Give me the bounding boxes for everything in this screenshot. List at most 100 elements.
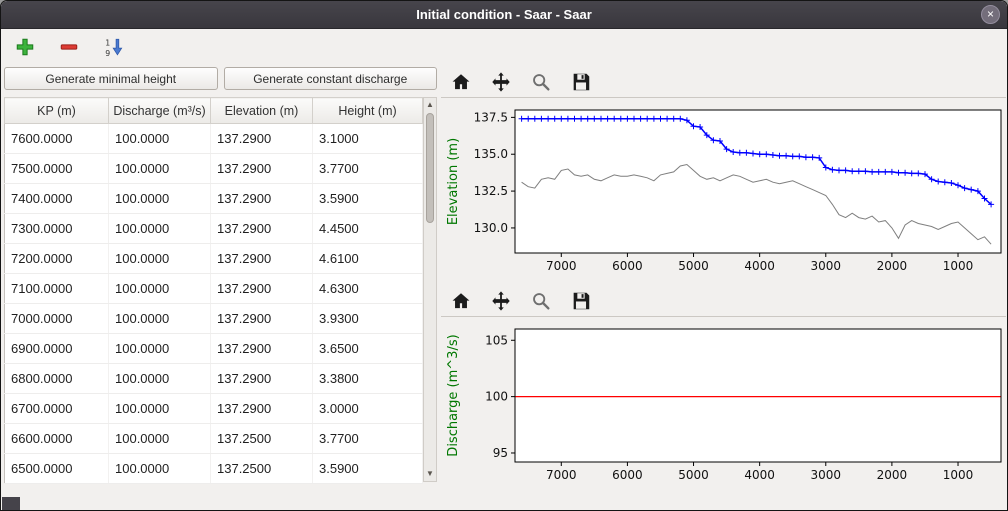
x-tick-label: 2000 bbox=[877, 259, 908, 273]
remove-row-button[interactable] bbox=[57, 35, 81, 59]
table-cell[interactable]: 137.2900 bbox=[211, 154, 313, 184]
table-row: 7300.0000100.0000137.29004.4500 bbox=[5, 214, 423, 244]
table-cell[interactable]: 4.4500 bbox=[313, 214, 423, 244]
table-cell[interactable]: 100.0000 bbox=[109, 334, 211, 364]
x-tick-label: 4000 bbox=[744, 468, 775, 482]
table-cell[interactable]: 137.2900 bbox=[211, 304, 313, 334]
add-row-icon bbox=[15, 37, 35, 57]
table-row: 6700.0000100.0000137.29003.0000 bbox=[5, 394, 423, 424]
scrollbar-thumb[interactable] bbox=[426, 113, 434, 223]
zoom-icon bbox=[530, 71, 552, 93]
table-cell[interactable]: 7000.0000 bbox=[5, 304, 109, 334]
table-cell[interactable]: 100.0000 bbox=[109, 124, 211, 154]
elevation-plot-toolbar bbox=[441, 67, 1006, 98]
table-cell[interactable]: 100.0000 bbox=[109, 364, 211, 394]
table-cell[interactable]: 7100.0000 bbox=[5, 274, 109, 304]
elevation-plot-canvas[interactable]: 7000600050004000300020001000130.0132.513… bbox=[441, 102, 1006, 280]
y-tick-label: 135.0 bbox=[474, 147, 508, 161]
table-cell[interactable]: 3.7700 bbox=[313, 424, 423, 454]
table-cell[interactable]: 3.0000 bbox=[313, 394, 423, 424]
table-cell[interactable]: 3.1000 bbox=[313, 124, 423, 154]
table-cell[interactable]: 7400.0000 bbox=[5, 184, 109, 214]
table-cell[interactable]: 6900.0000 bbox=[5, 334, 109, 364]
home-icon bbox=[450, 71, 472, 93]
y-tick-label: 132.5 bbox=[474, 184, 508, 198]
table-cell[interactable]: 3.6500 bbox=[313, 334, 423, 364]
table-row: 6500.0000100.0000137.25003.5900 bbox=[5, 454, 423, 484]
zoom-button[interactable] bbox=[529, 289, 553, 313]
close-button[interactable]: × bbox=[981, 5, 1000, 24]
pan-button[interactable] bbox=[489, 70, 513, 94]
table-cell[interactable]: 4.6300 bbox=[313, 274, 423, 304]
table-cell[interactable]: 137.2900 bbox=[211, 334, 313, 364]
x-tick-label: 3000 bbox=[811, 259, 842, 273]
table-column-header[interactable]: Height (m) bbox=[313, 98, 423, 124]
table-cell[interactable]: 137.2900 bbox=[211, 124, 313, 154]
table-cell[interactable]: 100.0000 bbox=[109, 184, 211, 214]
table-cell[interactable]: 3.5900 bbox=[313, 454, 423, 484]
generate-minimal-height-button[interactable]: Generate minimal height bbox=[4, 67, 218, 90]
table-cell[interactable]: 137.2900 bbox=[211, 394, 313, 424]
pan-button[interactable] bbox=[489, 289, 513, 313]
table-cell[interactable]: 100.0000 bbox=[109, 454, 211, 484]
table-cell[interactable]: 6500.0000 bbox=[5, 454, 109, 484]
table-cell[interactable]: 6800.0000 bbox=[5, 364, 109, 394]
scrollbar-trough[interactable] bbox=[424, 112, 436, 467]
table-header-row: KP (m)Discharge (m³/s)Elevation (m)Heigh… bbox=[5, 98, 423, 124]
scroll-down-arrow-icon[interactable]: ▼ bbox=[424, 467, 436, 481]
table-column-header[interactable]: Elevation (m) bbox=[211, 98, 313, 124]
pan-icon bbox=[490, 290, 512, 312]
resize-grip[interactable] bbox=[2, 497, 20, 510]
table-cell[interactable]: 7500.0000 bbox=[5, 154, 109, 184]
y-axis-label: Elevation (m) bbox=[446, 138, 461, 225]
save-button[interactable] bbox=[569, 289, 593, 313]
home-button[interactable] bbox=[449, 70, 473, 94]
table-cell[interactable]: 7300.0000 bbox=[5, 214, 109, 244]
zoom-button[interactable] bbox=[529, 70, 553, 94]
x-tick-label: 7000 bbox=[546, 259, 577, 273]
table-cell[interactable]: 137.2900 bbox=[211, 274, 313, 304]
table-cell[interactable]: 100.0000 bbox=[109, 304, 211, 334]
sort-rows-button[interactable]: 1 9 bbox=[101, 35, 125, 59]
table-cell[interactable]: 6700.0000 bbox=[5, 394, 109, 424]
generate-constant-discharge-button[interactable]: Generate constant discharge bbox=[224, 67, 438, 90]
table-cell[interactable]: 7600.0000 bbox=[5, 124, 109, 154]
x-tick-label: 3000 bbox=[811, 468, 842, 482]
table-cell[interactable]: 137.2500 bbox=[211, 424, 313, 454]
y-tick-label: 100 bbox=[485, 390, 508, 404]
initial-condition-window: Initial condition - Saar - Saar × 1 9 Ge… bbox=[0, 0, 1008, 511]
table-cell[interactable]: 100.0000 bbox=[109, 244, 211, 274]
table-cell[interactable]: 137.2900 bbox=[211, 214, 313, 244]
scroll-up-arrow-icon[interactable]: ▲ bbox=[424, 98, 436, 112]
table-cell[interactable]: 6600.0000 bbox=[5, 424, 109, 454]
titlebar[interactable]: Initial condition - Saar - Saar × bbox=[1, 1, 1007, 29]
table-cell[interactable]: 100.0000 bbox=[109, 154, 211, 184]
table-cell[interactable]: 137.2900 bbox=[211, 184, 313, 214]
table-row: 7100.0000100.0000137.29004.6300 bbox=[5, 274, 423, 304]
table-cell[interactable]: 137.2900 bbox=[211, 244, 313, 274]
table-cell[interactable]: 4.6100 bbox=[313, 244, 423, 274]
plot-background bbox=[515, 329, 1001, 462]
table-cell[interactable]: 3.7700 bbox=[313, 154, 423, 184]
sort-icon-bottom-digit: 9 bbox=[105, 49, 110, 57]
save-button[interactable] bbox=[569, 70, 593, 94]
table-cell[interactable]: 100.0000 bbox=[109, 394, 211, 424]
table-cell[interactable]: 3.5900 bbox=[313, 184, 423, 214]
table-cell[interactable]: 3.3800 bbox=[313, 364, 423, 394]
table-cell[interactable]: 100.0000 bbox=[109, 424, 211, 454]
table-cell[interactable]: 137.2900 bbox=[211, 364, 313, 394]
window-title: Initial condition - Saar - Saar bbox=[416, 7, 592, 22]
table-column-header[interactable]: Discharge (m³/s) bbox=[109, 98, 211, 124]
home-button[interactable] bbox=[449, 289, 473, 313]
initial-condition-table: KP (m)Discharge (m³/s)Elevation (m)Heigh… bbox=[4, 97, 423, 484]
add-row-button[interactable] bbox=[13, 35, 37, 59]
table-cell[interactable]: 100.0000 bbox=[109, 274, 211, 304]
table-cell[interactable]: 137.2500 bbox=[211, 454, 313, 484]
table-column-header[interactable]: KP (m) bbox=[5, 98, 109, 124]
table-cell[interactable]: 3.9300 bbox=[313, 304, 423, 334]
table-cell[interactable]: 100.0000 bbox=[109, 214, 211, 244]
table-cell[interactable]: 7200.0000 bbox=[5, 244, 109, 274]
generate-button-row: Generate minimal height Generate constan… bbox=[4, 67, 437, 90]
discharge-plot-canvas[interactable]: 700060005000400030002000100095100105Disc… bbox=[441, 321, 1006, 489]
table-scrollbar[interactable]: ▲ ▼ bbox=[423, 97, 437, 482]
